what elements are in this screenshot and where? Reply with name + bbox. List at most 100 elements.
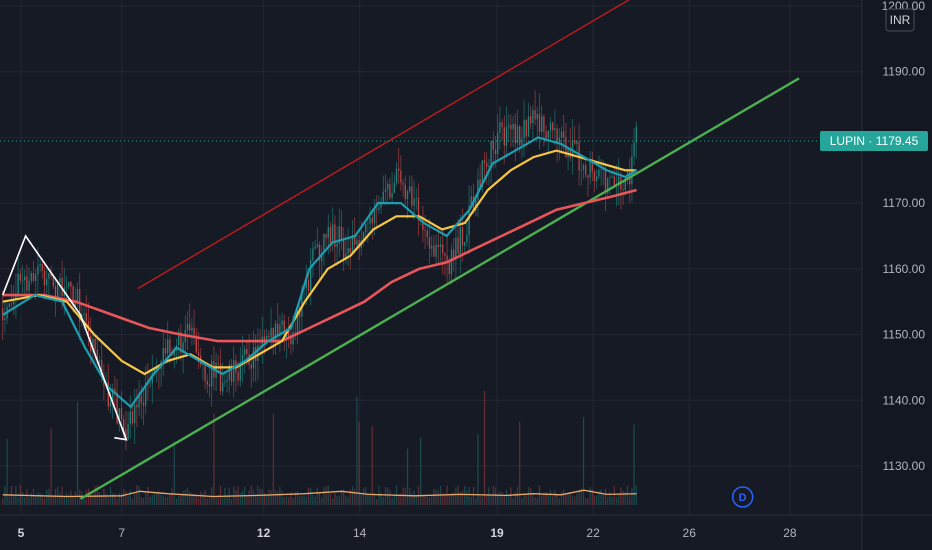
volume-bar [527,486,530,505]
volume-bar [433,489,435,505]
volume-bar [582,416,585,505]
volume-bar [481,496,483,505]
candle-body [529,116,532,124]
volume-bar [83,498,85,505]
candle-body [59,277,61,283]
candle-body [204,363,206,382]
candle-body [39,264,41,266]
volume-bar [475,498,477,505]
x-tick-label: 22 [586,526,600,540]
volume-bar [70,490,72,505]
volume-bar [402,487,404,505]
candle-body [250,364,252,369]
candle-body [149,383,151,385]
volume-bar [486,494,488,505]
volume-bar [120,493,123,505]
volume-bar [17,497,19,505]
volume-bar [622,490,624,505]
volume-bar [413,490,415,505]
volume-bar [468,487,470,505]
candle-body [499,122,501,133]
volume-bar [279,486,281,505]
volume-bar [200,491,202,505]
volume-bar [479,495,481,505]
candle-body [514,123,516,144]
candle-body [166,339,169,354]
candle-body [551,122,554,131]
volume-bar [107,497,109,505]
volume-bar [428,497,431,505]
candle-body [609,177,611,179]
volume-bar [596,495,598,505]
candle-body [433,245,435,257]
volume-bar [464,485,466,505]
volume-bar [184,489,186,505]
volume-bar [365,487,367,505]
volume-bar [114,493,116,505]
volume-bar [629,496,631,505]
candle-body [307,279,310,291]
volume-bar [534,496,536,505]
candle-body [263,336,266,341]
candle-body [415,197,417,199]
volume-bar [98,492,101,505]
volume-bar [398,495,400,505]
volume-bar [32,488,35,505]
volume-bar [541,495,543,505]
candle-body [576,141,578,144]
volume-bar [299,496,301,505]
volume-bar [448,494,450,505]
volume-bar [105,493,107,505]
volume-bar [171,488,173,505]
volume-bar [285,496,288,505]
volume-bar [169,494,171,505]
candle-body [347,248,349,254]
candle-body [94,338,96,350]
volume-bar [162,495,164,505]
volume-bar [607,497,609,505]
candle-body [516,126,519,144]
candle-body [455,237,457,259]
volume-bar [426,496,428,505]
candle-body [540,116,543,132]
candle-body [309,260,312,291]
volume-bar [274,489,277,505]
volume-bar [329,493,332,505]
volume-bar [112,493,114,505]
candle-body [492,141,494,150]
candle-body [584,165,587,176]
candle-body [527,116,530,137]
candle-body [23,276,26,281]
candle-body [127,423,129,440]
candle-body [408,186,411,192]
candle-body [505,127,508,146]
volume-bar [222,497,224,505]
candle-body [85,313,87,322]
volume-bar [46,489,48,505]
volume-bar [180,495,182,505]
volume-bar [195,495,197,505]
x-tick-label: 26 [683,526,697,540]
volume-bar [490,495,492,505]
chart-svg: 1130.001140.001150.001160.001170.001180.… [0,0,932,550]
candle-body [534,110,536,120]
candle-body [221,382,224,392]
volume-bar [202,493,204,505]
volume-bar [415,495,417,505]
volume-bar [558,498,560,505]
volume-bar [457,485,459,505]
candle-body [208,384,211,387]
candle-body [558,137,560,143]
candle-body [613,176,615,187]
candle-body [461,226,464,246]
candle-body [186,323,189,330]
volume-bar [631,487,633,505]
volume-bar [382,496,384,505]
candle-body [622,189,624,191]
volume-bar [633,424,635,505]
candle-body [224,381,226,383]
candle-body [169,339,171,353]
volume-bar [72,496,74,505]
volume-bar [175,498,178,505]
volume-bar [39,493,41,505]
